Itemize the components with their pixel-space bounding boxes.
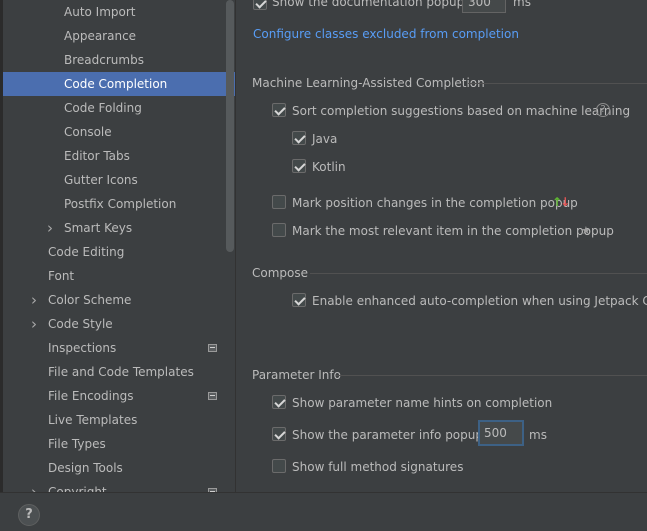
sidebar-item-label: Breadcrumbs (64, 53, 144, 67)
enhanced-completion-checkbox[interactable] (292, 293, 306, 307)
compose-section-divider (310, 273, 647, 274)
sidebar-item-color-scheme[interactable]: › Color Scheme (3, 288, 235, 312)
sidebar-item-gutter-icons[interactable]: Gutter Icons (3, 168, 235, 192)
sidebar-item-label: File Encodings (48, 389, 134, 403)
sidebar-item-console[interactable]: Console (3, 120, 235, 144)
sidebar-item-label: Appearance (64, 29, 137, 43)
sidebar-item-file-and-code-templates[interactable]: File and Code Templates (3, 360, 235, 384)
sidebar-item-code-editing[interactable]: Code Editing (3, 240, 235, 264)
sidebar-item-label: File and Code Templates (48, 365, 194, 379)
up-down-arrows-icon: ↑↓ (552, 195, 571, 209)
expand-arrow-icon[interactable]: › (31, 480, 37, 492)
sidebar-scrollbar[interactable] (226, 0, 234, 252)
expand-arrow-icon[interactable]: › (47, 216, 53, 240)
sidebar-item-label: Live Templates (48, 413, 138, 427)
star-icon: ★ (581, 224, 591, 237)
param-info-divider (336, 375, 647, 376)
mark-position-checkbox[interactable] (272, 195, 286, 209)
sidebar-item-editor-tabs[interactable]: Editor Tabs (3, 144, 235, 168)
java-label: Java (312, 132, 338, 146)
sidebar-item-label: Color Scheme (48, 293, 132, 307)
mark-relevant-label: Mark the most relevant item in the compl… (292, 224, 614, 238)
mark-relevant-checkbox[interactable] (272, 223, 286, 237)
doc-popup-label: Show the documentation popup in (272, 0, 479, 9)
kotlin-label: Kotlin (312, 160, 346, 174)
ml-section-divider (468, 83, 647, 84)
sidebar-item-label: File Types (48, 437, 106, 451)
sidebar-item-postfix-completion[interactable]: Postfix Completion (3, 192, 235, 216)
sidebar-item-label: Console (64, 125, 112, 139)
full-signatures-checkbox[interactable] (272, 459, 286, 473)
param-info-unit: ms (529, 428, 547, 442)
doc-popup-delay-input[interactable]: 300 (462, 0, 506, 13)
sidebar-item-copyright[interactable]: › Copyright (3, 480, 235, 492)
sidebar-item-label: Copyright (48, 485, 107, 492)
sidebar-item-smart-keys[interactable]: › Smart Keys (3, 216, 235, 240)
project-settings-icon (208, 344, 217, 352)
sidebar-item-label: Code Completion (64, 77, 168, 91)
sidebar-item-label: Code Editing (48, 245, 125, 259)
sidebar-item-appearance[interactable]: Appearance (3, 24, 235, 48)
param-info-popup-label: Show the parameter info popup in (292, 428, 498, 442)
sidebar-item-label: Gutter Icons (64, 173, 138, 187)
sidebar-item-label: Auto Import (64, 5, 136, 19)
mark-position-label: Mark position changes in the completion … (292, 196, 578, 210)
sidebar-item-label: Font (48, 269, 75, 283)
sidebar-item-auto-import[interactable]: Auto Import (3, 0, 235, 24)
enhanced-completion-label: Enable enhanced auto-completion when usi… (312, 294, 647, 308)
help-button[interactable]: ? (18, 504, 40, 526)
java-checkbox[interactable] (292, 131, 306, 145)
expand-arrow-icon[interactable]: › (31, 312, 37, 336)
param-name-hints-checkbox[interactable] (272, 395, 286, 409)
sidebar-item-label: Postfix Completion (64, 197, 177, 211)
settings-tree: Auto Import Appearance Breadcrumbs Code Com… (3, 0, 235, 492)
full-signatures-label: Show full method signatures (292, 460, 464, 474)
doc-popup-checkbox[interactable] (253, 0, 267, 10)
sidebar-item-label: Smart Keys (64, 221, 133, 235)
sort-ml-checkbox[interactable] (272, 103, 286, 117)
sort-ml-label: Sort completion suggestions based on mac… (292, 104, 631, 118)
project-settings-icon (208, 392, 217, 400)
sidebar-item-code-folding[interactable]: Code Folding (3, 96, 235, 120)
param-info-popup-checkbox[interactable] (272, 427, 286, 441)
ml-section-title: Machine Learning-Assisted Completion (252, 76, 485, 90)
sidebar-item-label: Editor Tabs (64, 149, 130, 163)
sidebar-item-inspections[interactable]: Inspections (3, 336, 235, 360)
sidebar-item-code-style[interactable]: › Code Style (3, 312, 235, 336)
sidebar-item-file-types[interactable]: File Types (3, 432, 235, 456)
sidebar-item-label: Design Tools (48, 461, 123, 475)
sidebar-item-label: Inspections (48, 341, 117, 355)
compose-section-title: Compose (252, 266, 309, 280)
kotlin-checkbox[interactable] (292, 159, 306, 173)
settings-panel: Show the documentation popup in 300 ms C… (236, 0, 647, 492)
sidebar-item-breadcrumbs[interactable]: Breadcrumbs (3, 48, 235, 72)
param-name-hints-label: Show parameter name hints on completion (292, 396, 553, 410)
doc-popup-unit: ms (513, 0, 531, 9)
configure-excluded-link[interactable]: Configure classes excluded from completi… (253, 27, 519, 41)
param-info-section-title: Parameter Info (252, 368, 341, 382)
sidebar-item-font[interactable]: Font (3, 264, 235, 288)
sidebar-item-design-tools[interactable]: Design Tools (3, 456, 235, 480)
sidebar-item-label: Code Folding (64, 101, 142, 115)
help-question-icon[interactable]: ? (596, 103, 610, 117)
sidebar-item-code-completion[interactable]: Code Completion (3, 72, 235, 96)
sidebar-item-live-templates[interactable]: Live Templates (3, 408, 235, 432)
sidebar-item-file-encodings[interactable]: File Encodings (3, 384, 235, 408)
param-info-delay-input[interactable]: 500 (478, 420, 524, 446)
sidebar-item-label: Code Style (48, 317, 113, 331)
dialog-footer: ? (0, 492, 647, 531)
expand-arrow-icon[interactable]: › (31, 288, 37, 312)
